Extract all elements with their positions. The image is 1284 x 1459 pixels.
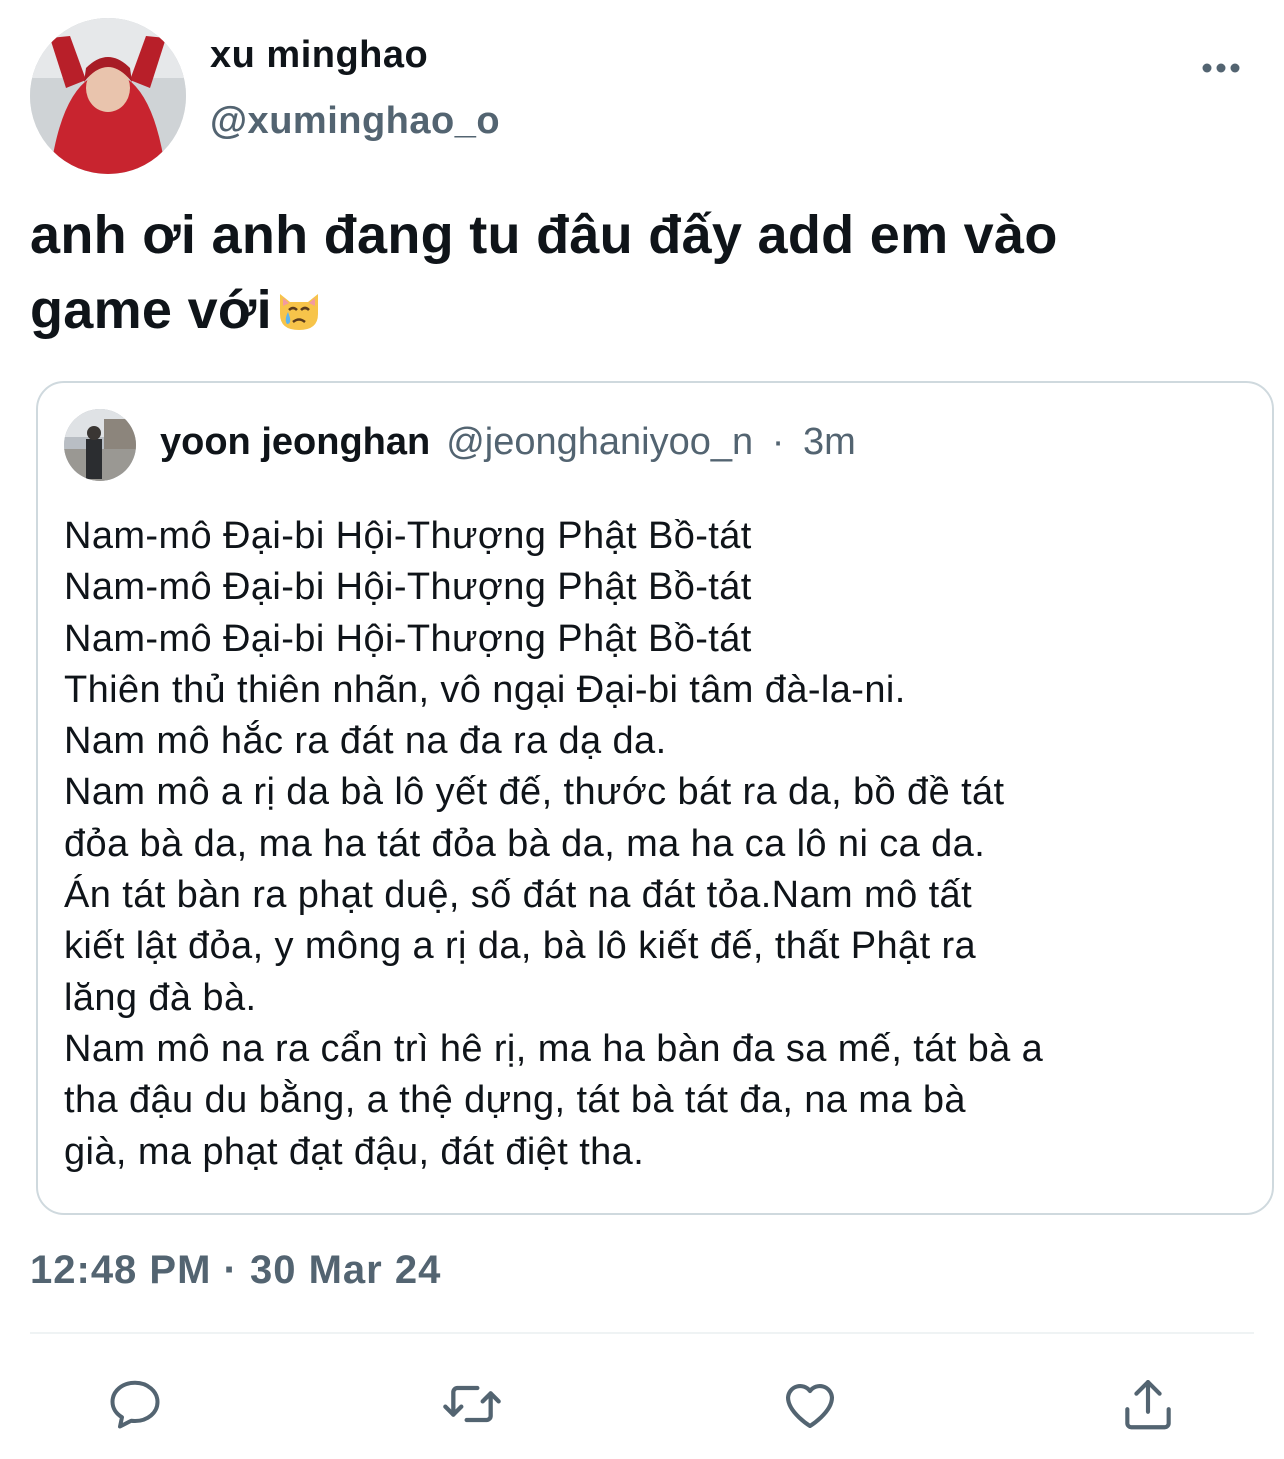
retweet-icon (443, 1385, 501, 1423)
quoted-line: Nam-mô Đại-bi Hội-Thượng Phật Bồ-tát (64, 566, 752, 609)
tweet-text-content: anh ơi anh đang tu đâu đấy add em vào ga… (30, 205, 1058, 340)
share-icon (1125, 1379, 1171, 1430)
quoted-author-name[interactable]: yoon jeonghan (160, 421, 430, 463)
quoted-line: Nam mô hắc ra đát na đa ra dạ da. (64, 720, 667, 763)
reply-button[interactable] (103, 1372, 167, 1436)
author-name[interactable]: xu minghao (210, 34, 428, 77)
retweet-button[interactable] (440, 1372, 504, 1436)
like-icon (785, 1384, 835, 1429)
quoted-line: Án tát bàn ra phạt duệ, số đát na đát tỏ… (64, 874, 973, 917)
tweet-timestamp[interactable]: 12:48 PM · 30 Mar 24 (30, 1248, 441, 1293)
quoted-line: đỏa bà da, ma ha tát đỏa bà da, ma ha ca… (64, 822, 986, 865)
more-icon (1202, 63, 1240, 73)
author-handle[interactable]: @xuminghao_o (210, 100, 500, 143)
quoted-line: Nam-mô Đại-bi Hội-Thượng Phật Bồ-tát (64, 515, 752, 557)
quoted-line: Nam mô a rị da bà lô yết đế, thước bát r… (64, 771, 1005, 814)
quoted-line: kiết lật đỏa, y mông a rị da, bà lô kiết… (64, 925, 977, 968)
share-button[interactable] (1116, 1372, 1180, 1436)
quoted-author-handle[interactable]: @jeonghaniyoo_n (446, 421, 753, 463)
quoted-line: Nam-mô Đại-bi Hội-Thượng Phật Bồ-tát (64, 617, 752, 660)
quoted-line: già, ma phạt đạt đậu, đát điệt tha. (64, 1130, 645, 1173)
more-options-button[interactable] (1196, 48, 1246, 88)
like-button[interactable] (778, 1372, 842, 1436)
reply-icon (110, 1380, 160, 1429)
quoted-tweet[interactable]: yoon jeonghan @jeonghaniyoo_n · 3m Nam-mô… (36, 381, 1274, 1215)
quoted-line: lăng đà bà. (64, 976, 257, 1019)
avatar-street-photo (64, 409, 136, 481)
author-avatar[interactable] (30, 18, 186, 174)
quoted-time[interactable]: 3m (803, 421, 856, 463)
tweet-text: anh ơi anh đang tu đâu đấy add em vào ga… (30, 198, 1210, 354)
quoted-text: Nam-mô Đại-bi Hội-Thượng Phật Bồ-tát Nam… (64, 511, 1244, 1178)
quoted-line: Nam mô na ra cẩn trì hê rị, ma ha bàn đa… (64, 1027, 1044, 1070)
crying-cat-face-emoji (274, 279, 324, 354)
quoted-line: tha đậu du bằng, a thệ dựng, tát bà tát … (64, 1079, 966, 1122)
quoted-separator: · (771, 421, 785, 463)
avatar-red-hoodie-photo (30, 18, 186, 174)
quoted-author-avatar[interactable] (64, 409, 136, 481)
quoted-line: Thiên thủ thiên nhãn, vô ngại Đại-bi tâm… (64, 668, 906, 711)
quoted-header: yoon jeonghan @jeonghaniyoo_n · 3m (160, 421, 856, 464)
divider (30, 1332, 1254, 1334)
